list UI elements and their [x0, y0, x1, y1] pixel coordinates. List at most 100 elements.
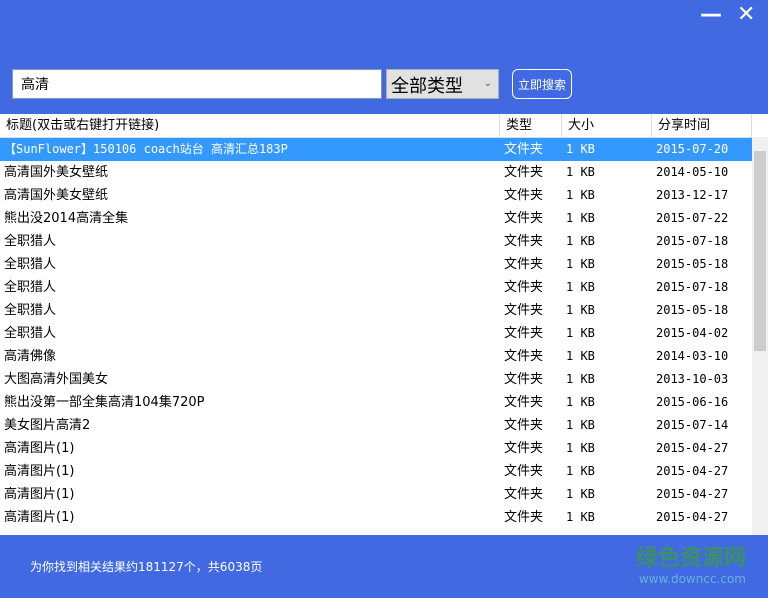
cell-title: 高清国外美女壁纸 [4, 165, 109, 180]
table-row[interactable]: 高清国外美女壁纸 文件夹 1 KB 2013-12-17 [0, 184, 768, 207]
table-header: 标题(双击或右键打开链接) 类型 大小 分享时间 [0, 114, 768, 138]
search-button[interactable]: 立即搜索 [512, 69, 572, 99]
chevron-down-icon: ⌄ [483, 78, 492, 89]
cell-size: 1 KB [566, 418, 595, 432]
cell-type: 文件夹 [504, 372, 544, 387]
cell-title: 全职猎人 [4, 257, 57, 272]
cell-size: 1 KB [566, 165, 595, 179]
column-title[interactable]: 标题(双击或右键打开链接) [0, 114, 500, 137]
cell-type: 文件夹 [504, 142, 544, 157]
cell-date: 2015-05-18 [656, 303, 729, 317]
cell-date: 2015-06-16 [656, 395, 729, 409]
type-select[interactable]: 全部类型 ⌄ [386, 69, 499, 99]
cell-date: 2015-04-02 [656, 326, 729, 340]
column-size[interactable]: 大小 [562, 114, 652, 137]
cell-title: 全职猎人 [4, 234, 57, 249]
cell-date: 2015-07-22 [656, 211, 729, 225]
cell-size: 1 KB [566, 372, 595, 386]
cell-date: 2014-05-10 [656, 165, 729, 179]
table-row[interactable]: 熊出没2014高清全集 文件夹 1 KB 2015-07-22 [0, 207, 768, 230]
cell-date: 2013-12-17 [656, 188, 729, 202]
cell-size: 1 KB [566, 487, 595, 501]
cell-type: 文件夹 [504, 234, 544, 249]
cell-size: 1 KB [566, 326, 595, 340]
cell-size: 1 KB [566, 188, 595, 202]
table-row[interactable]: 高清图片(1) 文件夹 1 KB 2015-04-27 [0, 437, 768, 460]
cell-title: 全职猎人 [4, 280, 57, 295]
cell-title: 熊出没2014高清全集 [4, 211, 129, 226]
cell-title: 全职猎人 [4, 326, 57, 341]
cell-date: 2015-07-18 [656, 234, 729, 248]
table-row[interactable]: 【SunFlower】150106 coach站台 高清汇总183P 文件夹 1 K… [0, 138, 768, 161]
watermark-logo: 绿色资源网 www.downcc.com [635, 546, 746, 586]
table-row[interactable]: 高清佛像 文件夹 1 KB 2014-03-10 [0, 345, 768, 368]
cell-title: 大图高清外国美女 [4, 372, 109, 387]
cell-type: 文件夹 [504, 510, 544, 525]
cell-date: 2015-07-18 [656, 280, 729, 294]
cell-type: 文件夹 [504, 211, 544, 226]
cell-title: 高清图片(1) [4, 441, 75, 456]
cell-type: 文件夹 [504, 487, 544, 502]
cell-type: 文件夹 [504, 441, 544, 456]
cell-date: 2015-04-27 [656, 441, 729, 455]
status-text: 为你找到相关结果约181127个，共6038页 [30, 560, 263, 574]
table-row[interactable]: 美女图片高清2 文件夹 1 KB 2015-07-14 [0, 414, 768, 437]
cell-type: 文件夹 [504, 418, 544, 433]
column-type[interactable]: 类型 [500, 114, 562, 137]
cell-type: 文件夹 [504, 165, 544, 180]
cell-date: 2015-07-20 [656, 142, 729, 156]
cell-title: 美女图片高清2 [4, 418, 91, 433]
cell-type: 文件夹 [504, 349, 544, 364]
cell-size: 1 KB [566, 441, 595, 455]
cell-size: 1 KB [566, 280, 595, 294]
cell-date: 2015-04-27 [656, 464, 729, 478]
table-row[interactable]: 全职猎人 文件夹 1 KB 2015-04-02 [0, 322, 768, 345]
cell-title: 【SunFlower】150106 coach站台 高清汇总183P [4, 142, 288, 156]
cell-type: 文件夹 [504, 303, 544, 318]
cell-type: 文件夹 [504, 395, 544, 410]
table-row[interactable]: 全职猎人 文件夹 1 KB 2015-07-18 [0, 230, 768, 253]
scrollbar-thumb[interactable] [754, 151, 766, 351]
cell-title: 全职猎人 [4, 303, 57, 318]
table-row[interactable]: 高清图片(1) 文件夹 1 KB 2015-04-27 [0, 460, 768, 483]
cell-size: 1 KB [566, 142, 595, 156]
table-row[interactable]: 全职猎人 文件夹 1 KB 2015-05-18 [0, 299, 768, 322]
cell-type: 文件夹 [504, 257, 544, 272]
cell-type: 文件夹 [504, 464, 544, 479]
cell-title: 高清图片(1) [4, 510, 75, 525]
cell-title: 高清图片(1) [4, 464, 75, 479]
results-table: 标题(双击或右键打开链接) 类型 大小 分享时间 【SunFlower】1501… [0, 114, 768, 535]
cell-title: 高清佛像 [4, 349, 57, 364]
close-button[interactable]: ✕ [737, 2, 755, 27]
table-row[interactable]: 高清国外美女壁纸 文件夹 1 KB 2014-05-10 [0, 161, 768, 184]
cell-size: 1 KB [566, 464, 595, 478]
table-row[interactable]: 全职猎人 文件夹 1 KB 2015-07-18 [0, 276, 768, 299]
cell-date: 2014-03-10 [656, 349, 729, 363]
table-row[interactable]: 全职猎人 文件夹 1 KB 2015-05-18 [0, 253, 768, 276]
cell-date: 2015-04-27 [656, 510, 729, 524]
cell-type: 文件夹 [504, 326, 544, 341]
cell-date: 2015-05-18 [656, 257, 729, 271]
cell-type: 文件夹 [504, 280, 544, 295]
cell-size: 1 KB [566, 211, 595, 225]
type-select-value: 全部类型 [391, 76, 463, 97]
cell-date: 2013-10-03 [656, 372, 729, 386]
scrollbar[interactable] [752, 137, 768, 535]
cell-size: 1 KB [566, 234, 595, 248]
search-input[interactable] [12, 69, 382, 99]
minimize-button[interactable]: — [700, 2, 722, 27]
table-row[interactable]: 大图高清外国美女 文件夹 1 KB 2013-10-03 [0, 368, 768, 391]
cell-size: 1 KB [566, 510, 595, 524]
table-row[interactable]: 高清图片(1) 文件夹 1 KB 2015-04-27 [0, 483, 768, 506]
cell-size: 1 KB [566, 395, 595, 409]
cell-title: 熊出没第一部全集高清104集720P [4, 395, 205, 410]
table-row[interactable]: 熊出没第一部全集高清104集720P 文件夹 1 KB 2015-06-16 [0, 391, 768, 414]
cell-title: 高清图片(1) [4, 487, 75, 502]
column-date[interactable]: 分享时间 [652, 114, 752, 137]
cell-size: 1 KB [566, 349, 595, 363]
cell-date: 2015-04-27 [656, 487, 729, 501]
cell-size: 1 KB [566, 257, 595, 271]
table-row[interactable]: 高清图片(1) 文件夹 1 KB 2015-04-27 [0, 506, 768, 529]
cell-size: 1 KB [566, 303, 595, 317]
cell-date: 2015-07-14 [656, 418, 729, 432]
